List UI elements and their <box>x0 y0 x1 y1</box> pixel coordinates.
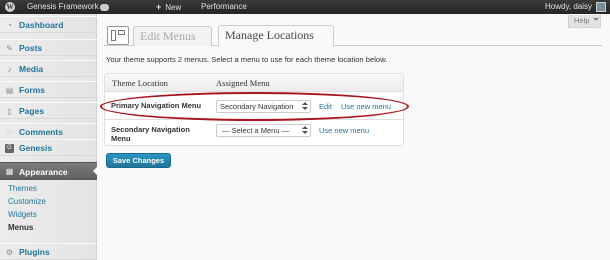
comment-icon: ◌ <box>7 128 12 137</box>
save-changes-button[interactable]: Save Changes <box>106 153 171 168</box>
new-label: New <box>165 3 182 12</box>
media-icon: ♪ <box>7 65 12 74</box>
table-header: Theme Location Assigned Menu <box>105 74 403 92</box>
sidebar-item-plugins[interactable]: ⚙ Plugins <box>0 243 97 260</box>
submenu-item-menus[interactable]: Menus <box>0 221 97 234</box>
account-menu[interactable]: Howdy, daisy <box>545 0 592 14</box>
help-label: Help <box>574 16 590 25</box>
sidebar-item-dashboard[interactable]: ◔ Dashboard <box>0 16 97 33</box>
performance-menu[interactable]: Performance <box>201 0 247 14</box>
sidebar-item-label: Forms <box>19 85 45 95</box>
sidebar-item-label: Pages <box>19 106 45 116</box>
submenu-item-themes[interactable]: Themes <box>0 182 97 195</box>
admin-bar: W Genesis Framework + New Performance How… <box>0 0 610 14</box>
select-value: — Select a Menu — <box>222 126 290 135</box>
sidebar-item-label: Media <box>19 64 44 74</box>
forms-icon: ▤ <box>5 86 14 95</box>
appearance-submenu: Themes Customize Widgets Menus <box>0 182 97 234</box>
sidebar-item-label: Appearance <box>19 167 68 177</box>
pin-icon: ✎ <box>6 44 13 53</box>
admin-sidebar: ◔ Dashboard ✎ Posts ♪ Media ▤ Forms ▯ Pa… <box>0 14 98 260</box>
chevron-down-icon <box>593 18 600 24</box>
location-name-line: Secondary Navigation <box>111 125 190 134</box>
location-name-line: Menu <box>111 134 131 143</box>
plus-icon: + <box>156 2 162 12</box>
sidebar-item-media[interactable]: ♪ Media <box>0 60 97 77</box>
location-name-secondary: Secondary Navigation Menu <box>111 125 190 143</box>
select-arrows-icon <box>302 126 308 135</box>
column-header-theme-location: Theme Location <box>112 78 168 88</box>
sidebar-item-label: Genesis <box>19 143 53 153</box>
appearance-icon: ▦ <box>5 167 14 176</box>
page-icon: ▯ <box>7 107 12 116</box>
dashboard-icon: ◔ <box>7 21 12 30</box>
sidebar-item-label: Plugins <box>19 247 50 257</box>
wp-admin-screen: W Genesis Framework + New Performance How… <box>0 0 610 260</box>
sidebar-item-genesis[interactable]: G Genesis <box>0 139 97 156</box>
sidebar-item-pages[interactable]: ▯ Pages <box>0 102 97 119</box>
secondary-menu-select[interactable]: — Select a Menu — <box>216 124 311 137</box>
intro-text: Your theme supports 2 menus. Select a me… <box>106 55 388 64</box>
tab-manage-locations[interactable]: Manage Locations <box>218 25 334 46</box>
submenu-item-customize[interactable]: Customize <box>0 195 97 208</box>
genesis-icon: G <box>5 144 14 153</box>
highlight-oval <box>100 92 409 121</box>
sidebar-item-comments[interactable]: ◌ Comments <box>0 123 97 140</box>
new-content-button[interactable]: + New <box>156 0 181 14</box>
sidebar-item-forms[interactable]: ▤ Forms <box>0 81 97 98</box>
wordpress-logo-icon[interactable]: W <box>4 0 18 14</box>
use-new-menu-secondary-link[interactable]: Use new menu <box>319 126 369 135</box>
submenu-item-widgets[interactable]: Widgets <box>0 208 97 221</box>
plugin-icon: ⚙ <box>5 248 14 257</box>
sidebar-item-posts[interactable]: ✎ Posts <box>0 39 97 56</box>
sidebar-item-label: Posts <box>19 43 43 53</box>
help-tab[interactable]: Help <box>568 15 601 28</box>
sidebar-item-appearance[interactable]: ▦ Appearance <box>0 162 98 180</box>
sidebar-item-label: Dashboard <box>19 20 64 30</box>
comments-icon[interactable] <box>100 0 109 14</box>
menus-screen-icon <box>107 26 129 45</box>
column-header-assigned-menu: Assigned Menu <box>216 78 270 88</box>
site-name-link[interactable]: Genesis Framework <box>27 0 99 14</box>
tab-edit-menus[interactable]: Edit Menus <box>133 26 212 46</box>
avatar[interactable] <box>596 2 606 12</box>
